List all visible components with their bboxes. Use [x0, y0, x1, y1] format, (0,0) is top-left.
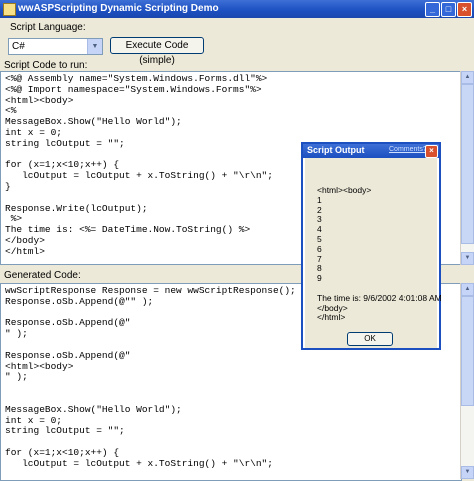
- close-button[interactable]: ×: [457, 2, 472, 17]
- execute-code-button[interactable]: Execute Code (simple): [110, 37, 204, 66]
- dialog-title: Script Output: [307, 145, 365, 155]
- dialog-body: <html><body> 1 2 3 4 5 6 7 8 9 The time …: [305, 158, 442, 348]
- scroll-up-icon[interactable]: ▲: [461, 71, 474, 84]
- dialog-close-icon[interactable]: ×: [425, 145, 438, 158]
- window-titlebar[interactable]: wwASPScripting Dynamic Scripting Demo _ …: [0, 0, 474, 18]
- scroll-up-icon[interactable]: ▲: [461, 283, 474, 296]
- scroll-thumb[interactable]: [461, 84, 474, 244]
- scroll-down-icon[interactable]: ▼: [461, 252, 474, 265]
- script-output-dialog[interactable]: Script Output Comments? × <html><body> 1…: [301, 142, 442, 350]
- script-language-label: Script Language:: [10, 22, 86, 33]
- dialog-titlebar[interactable]: Script Output Comments? ×: [303, 144, 439, 158]
- script-language-value: C#: [12, 41, 25, 52]
- comments-link[interactable]: Comments?: [389, 146, 427, 153]
- script-scrollbar[interactable]: ▲ ▼: [460, 71, 474, 265]
- generated-code-label: Generated Code:: [4, 270, 81, 281]
- generated-scrollbar[interactable]: ▲ ▼: [460, 283, 474, 479]
- app-icon: [3, 3, 16, 16]
- scroll-down-icon[interactable]: ▼: [461, 466, 474, 479]
- ok-button[interactable]: OK: [347, 332, 393, 346]
- minimize-button[interactable]: _: [425, 2, 440, 17]
- script-code-label: Script Code to run:: [4, 60, 88, 71]
- maximize-button[interactable]: □: [441, 2, 456, 17]
- script-output-text: <html><body> 1 2 3 4 5 6 7 8 9 The time …: [317, 185, 442, 323]
- chevron-down-icon[interactable]: ▼: [87, 39, 102, 54]
- settings-panel: Script Language: C# ▼ Execute Code (simp…: [0, 18, 474, 72]
- scroll-thumb[interactable]: [461, 296, 474, 406]
- script-language-select[interactable]: C# ▼: [8, 38, 103, 55]
- window-title: wwASPScripting Dynamic Scripting Demo: [18, 3, 219, 14]
